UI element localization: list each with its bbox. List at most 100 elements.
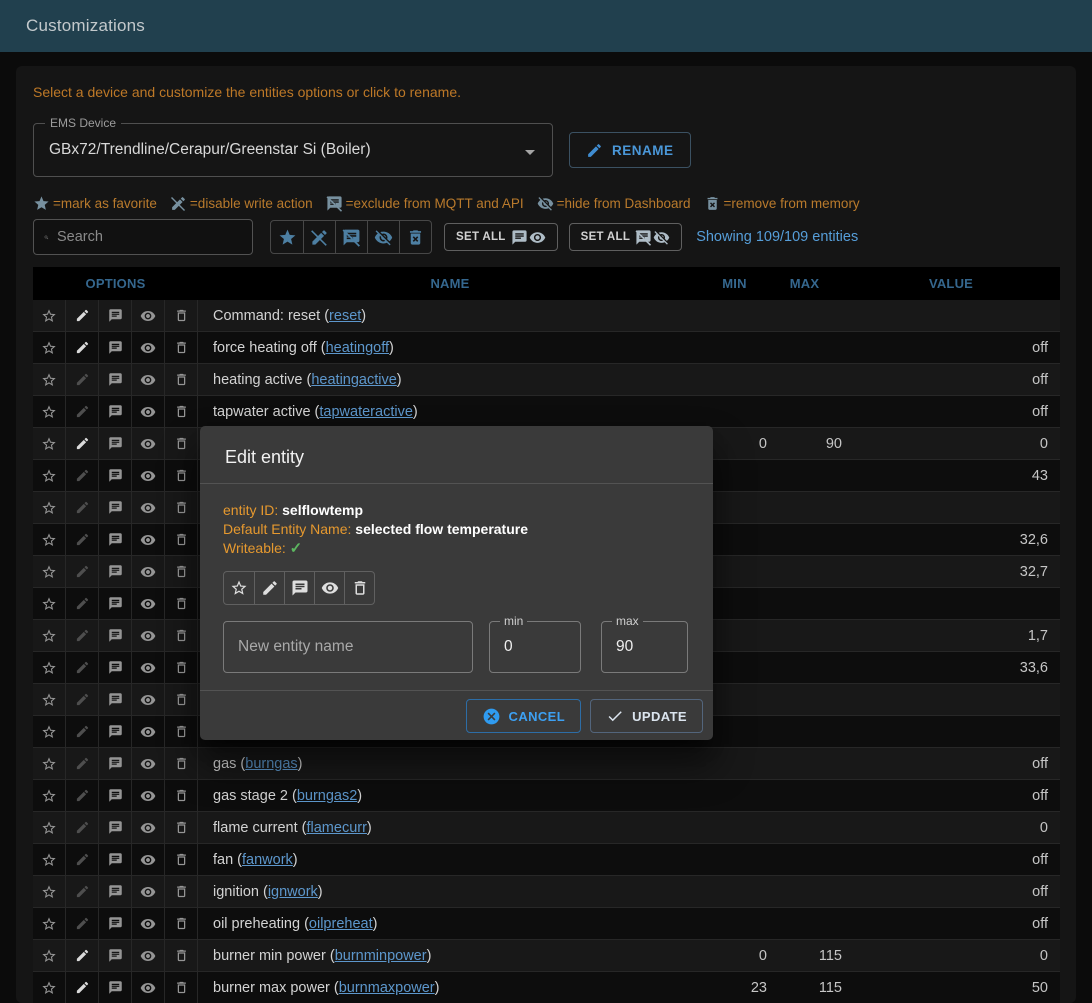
set-all-hide-button[interactable]: SET ALL xyxy=(569,223,683,251)
favorite-icon-button[interactable] xyxy=(33,940,66,971)
delete-icon-button[interactable] xyxy=(165,908,198,939)
favorite-icon-button[interactable] xyxy=(33,972,66,1003)
entity-id-link[interactable]: oilpreheat xyxy=(309,916,373,932)
edit-icon-button[interactable] xyxy=(66,748,99,779)
delete-icon-button[interactable] xyxy=(165,716,198,747)
edit-icon-button[interactable] xyxy=(66,812,99,843)
edit-icon-button[interactable] xyxy=(66,684,99,715)
edit-icon-button[interactable] xyxy=(66,972,99,1003)
favorite-icon-button[interactable] xyxy=(33,524,66,555)
comment-icon-button[interactable] xyxy=(99,684,132,715)
delete-icon-button[interactable] xyxy=(165,684,198,715)
favorite-icon-button[interactable] xyxy=(33,812,66,843)
favorite-icon-button[interactable] xyxy=(33,428,66,459)
favorite-icon-button[interactable] xyxy=(33,716,66,747)
edit-icon-button[interactable] xyxy=(66,428,99,459)
visibility-icon-button[interactable] xyxy=(132,844,165,875)
visibility-icon-button[interactable] xyxy=(132,460,165,491)
edit-icon-button[interactable] xyxy=(66,908,99,939)
entity-id-link[interactable]: flamecurr xyxy=(306,820,366,836)
favorite-icon-button[interactable] xyxy=(33,780,66,811)
comment-icon-button[interactable] xyxy=(99,396,132,427)
delete-icon-button[interactable] xyxy=(165,620,198,651)
edit-icon-button[interactable] xyxy=(66,588,99,619)
entity-id-link[interactable]: burngas xyxy=(245,756,297,772)
visibility-icon-button[interactable] xyxy=(132,620,165,651)
comment-icon-button[interactable] xyxy=(99,716,132,747)
comment-icon-button[interactable] xyxy=(99,940,132,971)
edit-icon-button[interactable] xyxy=(66,364,99,395)
edit-icon-button[interactable] xyxy=(66,940,99,971)
favorite-icon-button[interactable] xyxy=(33,332,66,363)
delete-icon-button[interactable] xyxy=(165,844,198,875)
edit-icon-button[interactable] xyxy=(66,460,99,491)
comment-icon-button[interactable] xyxy=(99,428,132,459)
entity-id-link[interactable]: ignwork xyxy=(268,884,318,900)
edit-icon-button[interactable] xyxy=(66,300,99,331)
delete-icon-button[interactable] xyxy=(165,332,198,363)
entity-id-link[interactable]: reset xyxy=(329,308,361,324)
visibility-icon-button[interactable] xyxy=(132,556,165,587)
delete-icon-button[interactable] xyxy=(165,524,198,555)
favorite-icon-button[interactable] xyxy=(33,364,66,395)
visibility-icon-button[interactable] xyxy=(132,972,165,1003)
comment-icon-button[interactable] xyxy=(99,492,132,523)
visibility-icon-button[interactable] xyxy=(132,780,165,811)
delete-forever-filter-button[interactable] xyxy=(399,221,431,253)
visibility-icon-button[interactable] xyxy=(132,876,165,907)
visibility-icon-button[interactable] xyxy=(132,940,165,971)
edit-icon-button[interactable] xyxy=(66,780,99,811)
comment-icon-button[interactable] xyxy=(99,556,132,587)
star-filter-button[interactable] xyxy=(271,221,303,253)
visibility-icon-button[interactable] xyxy=(132,524,165,555)
delete-toggle-button[interactable] xyxy=(344,572,374,604)
favorite-icon-button[interactable] xyxy=(33,876,66,907)
visibility-icon-button[interactable] xyxy=(132,588,165,619)
search-input[interactable] xyxy=(49,229,252,245)
delete-icon-button[interactable] xyxy=(165,940,198,971)
favorite-icon-button[interactable] xyxy=(33,588,66,619)
visibility-icon-button[interactable] xyxy=(132,364,165,395)
favorite-toggle-button[interactable] xyxy=(224,572,254,604)
comment-off-filter-button[interactable] xyxy=(335,221,367,253)
new-name-input[interactable] xyxy=(224,622,472,672)
visibility-icon-button[interactable] xyxy=(132,396,165,427)
delete-icon-button[interactable] xyxy=(165,300,198,331)
favorite-icon-button[interactable] xyxy=(33,844,66,875)
entity-id-link[interactable]: heatingactive xyxy=(311,372,396,388)
entity-id-link[interactable]: tapwateractive xyxy=(319,404,413,420)
edit-icon-button[interactable] xyxy=(66,876,99,907)
set-all-show-button[interactable]: SET ALL xyxy=(444,223,558,251)
visibility-icon-button[interactable] xyxy=(132,908,165,939)
delete-icon-button[interactable] xyxy=(165,428,198,459)
edit-toggle-button[interactable] xyxy=(254,572,284,604)
delete-icon-button[interactable] xyxy=(165,652,198,683)
delete-icon-button[interactable] xyxy=(165,556,198,587)
visibility-icon-button[interactable] xyxy=(132,684,165,715)
favorite-icon-button[interactable] xyxy=(33,460,66,491)
edit-off-filter-button[interactable] xyxy=(303,221,335,253)
edit-icon-button[interactable] xyxy=(66,332,99,363)
comment-icon-button[interactable] xyxy=(99,460,132,491)
cancel-button[interactable]: CANCEL xyxy=(466,699,582,733)
edit-icon-button[interactable] xyxy=(66,396,99,427)
edit-icon-button[interactable] xyxy=(66,524,99,555)
edit-icon-button[interactable] xyxy=(66,716,99,747)
visibility-icon-button[interactable] xyxy=(132,332,165,363)
visibility-icon-button[interactable] xyxy=(132,652,165,683)
favorite-icon-button[interactable] xyxy=(33,908,66,939)
visibility-icon-button[interactable] xyxy=(132,812,165,843)
update-button[interactable]: UPDATE xyxy=(590,699,703,733)
comment-icon-button[interactable] xyxy=(99,812,132,843)
edit-icon-button[interactable] xyxy=(66,492,99,523)
comment-icon-button[interactable] xyxy=(99,524,132,555)
favorite-icon-button[interactable] xyxy=(33,300,66,331)
edit-icon-button[interactable] xyxy=(66,844,99,875)
comment-icon-button[interactable] xyxy=(99,652,132,683)
entity-id-link[interactable]: heatingoff xyxy=(326,340,389,356)
visibility-icon-button[interactable] xyxy=(132,748,165,779)
delete-icon-button[interactable] xyxy=(165,492,198,523)
ems-device-select[interactable]: EMS Device GBx72/Trendline/Cerapur/Green… xyxy=(33,123,553,177)
favorite-icon-button[interactable] xyxy=(33,556,66,587)
favorite-icon-button[interactable] xyxy=(33,396,66,427)
